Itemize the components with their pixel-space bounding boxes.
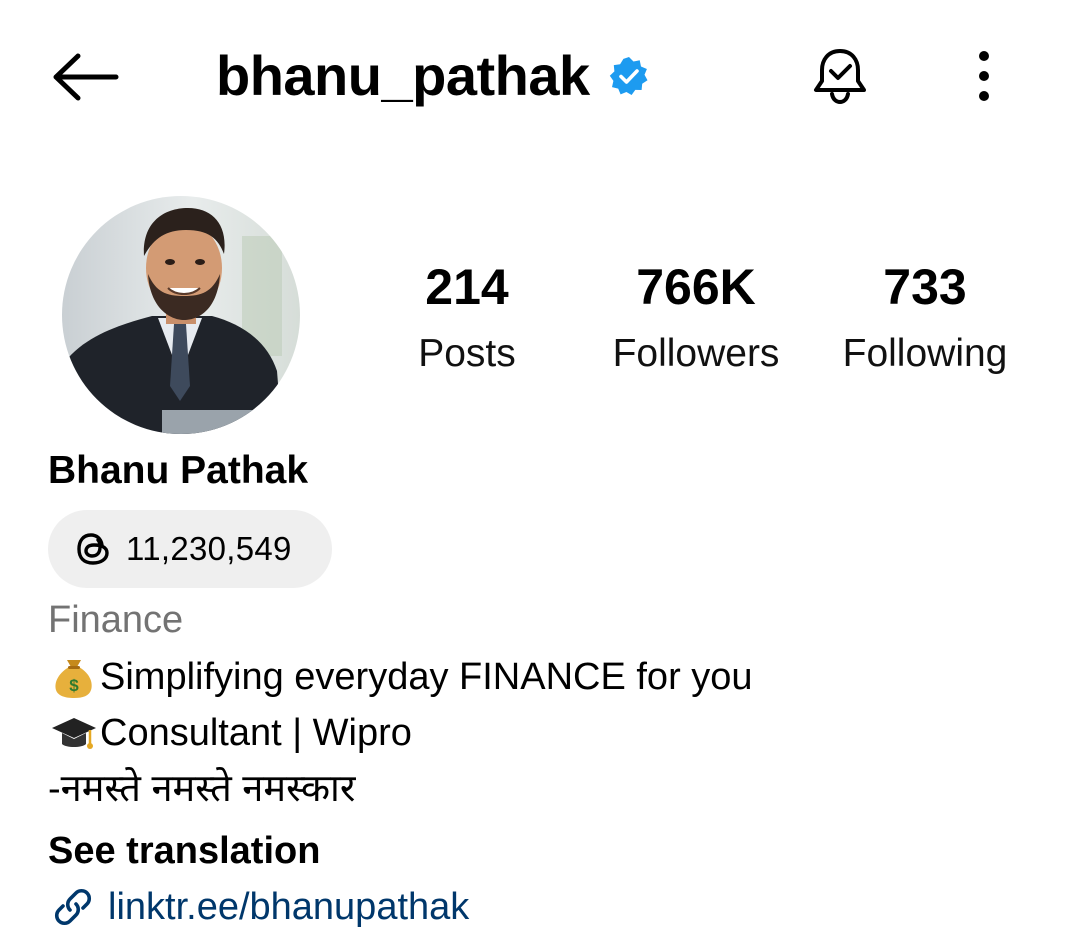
profile-avatar[interactable] [62, 196, 300, 434]
profile-category: Finance [48, 599, 184, 641]
more-vertical-icon [979, 51, 989, 101]
bio-text: -नमस्ते नमस्ते नमस्कार [48, 768, 356, 810]
stat-following[interactable]: 733 Following [810, 256, 1040, 380]
posts-count: 214 [425, 259, 509, 315]
bio-line: -नमस्ते नमस्ते नमस्कार [48, 764, 355, 814]
notifications-button[interactable] [804, 40, 876, 112]
money-bag-icon: $ [48, 653, 100, 701]
followers-label: Followers [612, 332, 780, 375]
graduation-cap-icon [48, 709, 100, 757]
stat-posts[interactable]: 214 Posts [352, 256, 582, 380]
back-button[interactable] [44, 42, 124, 112]
bio-text: Simplifying everyday FINANCE for you [100, 656, 753, 698]
posts-label: Posts [418, 332, 516, 375]
bell-check-icon [814, 49, 866, 105]
following-label: Following [842, 332, 1008, 375]
username-title: bhanu_pathak [216, 44, 590, 107]
arrow-left-icon [53, 53, 119, 101]
full-name: Bhanu Pathak [48, 449, 309, 492]
profile-header: bhanu_pathak [0, 0, 1080, 152]
bio-line: Consultant | Wipro [48, 708, 412, 758]
link-text: linktr.ee/bhanupathak [108, 886, 470, 928]
bio-line: $ Simplifying everyday FINANCE for you [48, 652, 753, 702]
following-count: 733 [883, 259, 967, 315]
svg-text:$: $ [69, 676, 79, 695]
stat-followers[interactable]: 766K Followers [581, 256, 811, 380]
bio-text: Consultant | Wipro [100, 712, 412, 754]
username-container: bhanu_pathak [216, 40, 650, 112]
profile-photo [62, 196, 300, 434]
threads-icon [74, 529, 114, 569]
more-options-button[interactable] [956, 40, 1012, 112]
threads-badge-button[interactable]: 11,230,549 [48, 510, 332, 588]
followers-count: 766K [636, 259, 756, 315]
link-icon [48, 882, 98, 932]
verified-badge-icon [608, 55, 650, 97]
see-translation-link[interactable]: See translation [48, 826, 320, 876]
threads-count: 11,230,549 [126, 530, 292, 567]
profile-link[interactable]: linktr.ee/bhanupathak [48, 882, 469, 932]
